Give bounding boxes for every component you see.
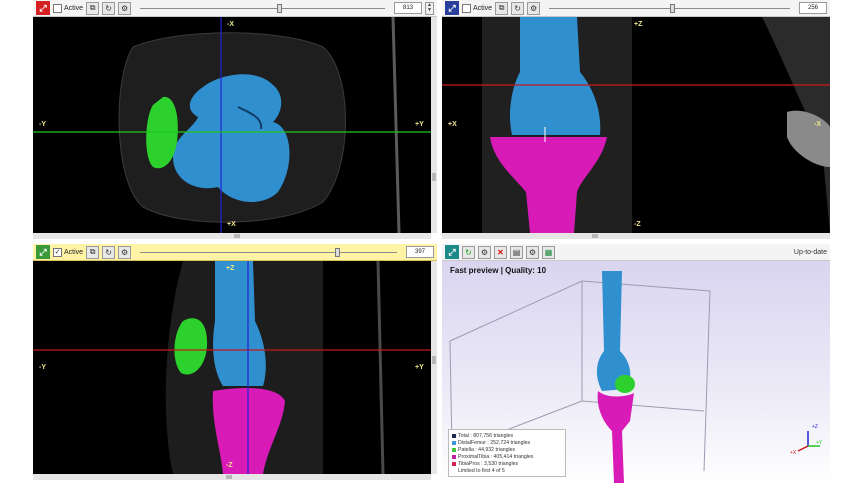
legend-row-note: Limited to first 4 of 5 — [458, 467, 505, 474]
sagittal-axis-top: +Z — [226, 265, 235, 272]
preview-title: Fast preview | Quality: 10 — [450, 266, 547, 275]
sagittal-active-label: Active — [64, 248, 84, 256]
preview-tibia-model — [597, 391, 634, 483]
coronal-axis-left: +X — [448, 121, 457, 128]
coronal-ct-slice — [442, 17, 830, 233]
coronal-slice-slider[interactable] — [549, 3, 790, 14]
axial-axis-top: -X — [227, 21, 234, 28]
axial-vscrollbar[interactable] — [431, 17, 437, 233]
coronal-toolbar: ⤢ Active ⧉ ↻ ⚙ 256 — [442, 0, 830, 17]
axial-settings-icon[interactable]: ⚙ — [118, 1, 132, 15]
axial-toolbar: ⤢ Active ⧉ ↻ ⚙ 813 ▲ ▼ — [33, 0, 437, 17]
sagittal-slider-thumb[interactable] — [335, 247, 341, 257]
sagittal-active-box[interactable]: ✓ — [53, 247, 62, 257]
coronal-settings-icon[interactable]: ⚙ — [527, 1, 541, 15]
axial-active-box[interactable] — [53, 3, 62, 13]
export-icon[interactable]: ▤ — [510, 245, 523, 259]
axial-hscrollbar[interactable] — [33, 233, 431, 239]
sagittal-toolbar: ⤢ ✓ Active ⧉ ↻ ⚙ 397 — [33, 244, 437, 261]
axial-active-checkbox[interactable]: Active — [53, 3, 84, 13]
legend-row-femur: DistalFemur : 252,724 triangles — [452, 439, 562, 446]
axial-active-label: Active — [64, 4, 84, 12]
axial-axis-bottom: +X — [227, 221, 236, 228]
sagittal-vscrollbar[interactable] — [431, 261, 437, 474]
sagittal-rotate-icon[interactable]: ↻ — [102, 245, 116, 259]
refresh-icon[interactable]: ↻ — [462, 245, 475, 259]
sagittal-ct-slice — [33, 261, 431, 474]
coronal-slider-thumb[interactable] — [669, 3, 675, 13]
preview-status: Up-to-date — [793, 248, 827, 256]
axis-y-label: +Y — [816, 440, 823, 446]
axis-x-label: +X — [790, 450, 797, 456]
axis-z-label: +Z — [812, 424, 818, 430]
sagittal-active-checkbox[interactable]: ✓ Active — [53, 247, 84, 257]
axial-axis-right: +Y — [415, 121, 424, 128]
preview-toolbar: ⤢ ↻ ⚙ ✕ ▤ ⚙ ▦ Up-to-date — [442, 244, 830, 261]
sagittal-axis-bottom: -Z — [226, 462, 233, 469]
axial-slice-value[interactable]: 813 — [394, 2, 422, 14]
legend-row-patella: Patella : 44,932 triangles — [452, 446, 562, 453]
coronal-axis-bottom: -Z — [634, 221, 641, 228]
sagittal-axis-left: -Y — [39, 364, 46, 371]
legend-row-tibia: ProximalTibia : 405,414 triangles — [452, 453, 562, 460]
preview-3d-view[interactable]: Fast preview | Quality: 10 +Z +Y +X Tota… — [442, 261, 830, 483]
axial-view[interactable]: -X +X -Y +Y — [33, 17, 431, 233]
sagittal-settings-icon[interactable]: ⚙ — [118, 245, 132, 259]
coronal-hscrollbar[interactable] — [442, 233, 830, 239]
coronal-axis-right: -X — [814, 121, 821, 128]
preview-femur-model — [596, 271, 631, 391]
coronal-maximize-button[interactable]: ⤢ — [445, 1, 459, 15]
sagittal-maximize-button[interactable]: ⤢ — [36, 245, 50, 259]
sagittal-hscrollbar[interactable] — [33, 474, 431, 480]
legend-row-tibiapros: TibiaPros : 3,530 triangles — [452, 460, 562, 467]
legend-row-total: Total : 807,756 triangles — [452, 432, 562, 439]
coronal-active-label: Active — [473, 4, 493, 12]
axial-axis-left: -Y — [39, 121, 46, 128]
axial-slice-slider[interactable] — [140, 3, 385, 14]
coronal-camera-icon[interactable]: ⧉ — [495, 1, 509, 15]
sagittal-axis-right: +Y — [415, 364, 424, 371]
triangle-legend: Total : 807,756 triangles DistalFemur : … — [448, 429, 566, 477]
options-icon[interactable]: ⚙ — [526, 245, 539, 259]
mesh-icon[interactable]: ▦ — [542, 245, 555, 259]
sagittal-view[interactable]: +Z -Z -Y +Y — [33, 261, 431, 474]
cancel-icon[interactable]: ✕ — [494, 245, 507, 259]
axial-slider-thumb[interactable] — [277, 3, 283, 13]
coronal-view[interactable]: +Z -Z +X -X — [442, 17, 830, 233]
sagittal-slice-value[interactable]: 397 — [406, 246, 434, 258]
axial-maximize-button[interactable]: ⤢ — [36, 1, 50, 15]
coronal-rotate-icon[interactable]: ↻ — [511, 1, 525, 15]
coronal-active-box[interactable] — [462, 3, 471, 13]
sagittal-slice-slider[interactable] — [140, 247, 397, 258]
coronal-active-checkbox[interactable]: Active — [462, 3, 493, 13]
sagittal-camera-icon[interactable]: ⧉ — [86, 245, 100, 259]
coronal-axis-top: +Z — [634, 21, 643, 28]
axial-ct-slice — [33, 17, 431, 233]
axial-slice-spinner[interactable]: ▲ ▼ — [425, 1, 434, 15]
axial-rotate-icon[interactable]: ↻ — [102, 1, 116, 15]
preview-patella-model — [615, 375, 635, 393]
axial-camera-icon[interactable]: ⧉ — [86, 1, 100, 15]
preview-maximize-button[interactable]: ⤢ — [445, 245, 459, 259]
coronal-slice-value[interactable]: 256 — [799, 2, 827, 14]
preview-settings-icon[interactable]: ⚙ — [478, 245, 491, 259]
